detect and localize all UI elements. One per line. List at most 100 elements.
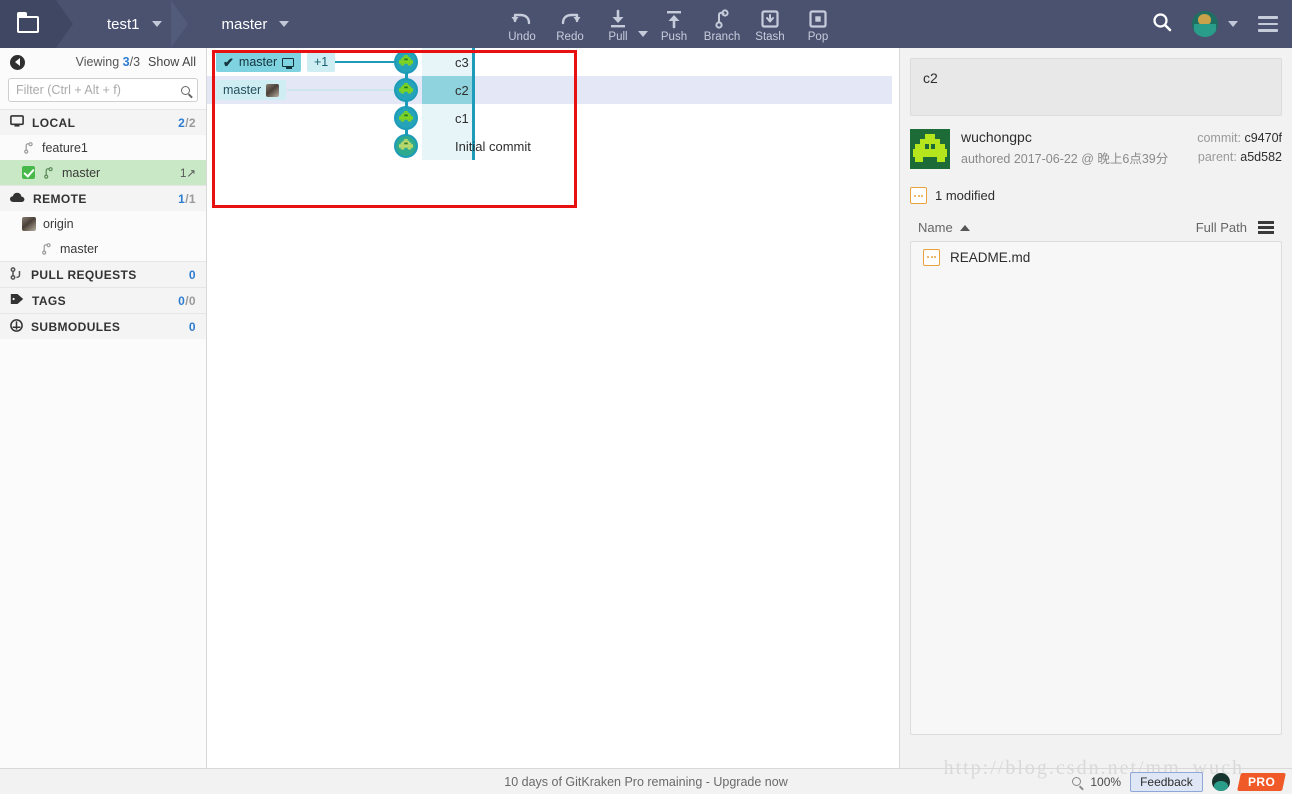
- local-count: 2/2: [178, 116, 196, 130]
- search-input[interactable]: [8, 78, 198, 102]
- list-item[interactable]: README.md: [911, 242, 1281, 272]
- pull-icon: [608, 8, 628, 30]
- branch-icon: [40, 242, 53, 255]
- commit-hash-value[interactable]: c9470f: [1244, 131, 1282, 145]
- author-info: wuchongpc authored 2017-06-22 @ 晚上6点39分 …: [910, 129, 1282, 169]
- submodules-count: 0: [189, 320, 196, 334]
- commit-node[interactable]: [394, 106, 418, 130]
- filter-input-field[interactable]: [16, 83, 181, 97]
- branch-label: master: [60, 241, 99, 256]
- submodule-icon: [10, 318, 23, 335]
- extra-refs-chip[interactable]: +1: [307, 52, 336, 72]
- parent-hash-value[interactable]: a5d582: [1240, 150, 1282, 164]
- commit-details-panel: c2 wuchongpc authored 2017-06-22 @ 晚上6点3…: [899, 48, 1292, 768]
- sidebar-item-origin[interactable]: origin: [0, 211, 206, 236]
- commit-node[interactable]: [394, 134, 418, 158]
- sidebar-section-remote[interactable]: REMOTE 1/1: [0, 185, 206, 211]
- parent-hash-line: parent: a5d582: [1197, 148, 1282, 167]
- file-name: README.md: [950, 249, 1031, 265]
- monitor-icon: [10, 115, 24, 130]
- section-label-tags: TAGS: [32, 293, 67, 308]
- commit-hash-line: commit: c9470f: [1197, 129, 1282, 148]
- top-right-controls: [1152, 0, 1278, 48]
- invader-avatar-icon: [399, 139, 413, 150]
- author-avatar-icon: [910, 129, 950, 169]
- remote-branch-chip[interactable]: master: [216, 80, 287, 100]
- stash-button[interactable]: Stash: [746, 0, 794, 48]
- filter-container: [0, 76, 206, 109]
- commit-row[interactable]: Initial commit: [207, 132, 899, 160]
- pop-button[interactable]: Pop: [794, 0, 842, 48]
- checkmark-icon: [22, 166, 35, 179]
- chevron-down-icon[interactable]: [151, 21, 162, 27]
- monitor-icon: [282, 57, 295, 69]
- commit-node[interactable]: [394, 78, 418, 102]
- branch-label: Branch: [703, 30, 741, 43]
- redo-button[interactable]: Redo: [546, 0, 594, 48]
- pull-request-icon: [10, 266, 23, 283]
- authored-date: authored 2017-06-22 @ 晚上6点39分: [961, 152, 1169, 166]
- sort-ascending-icon[interactable]: [959, 224, 970, 231]
- push-button[interactable]: Push: [650, 0, 698, 48]
- pull-button[interactable]: Pull: [594, 0, 642, 48]
- branch-icon: [42, 166, 55, 179]
- current-branch-chip[interactable]: ✔ master: [216, 52, 302, 72]
- undo-button[interactable]: Undo: [498, 0, 546, 48]
- modified-summary: 1 modified: [910, 187, 1282, 204]
- status-bar: 10 days of GitKraken Pro remaining - Upg…: [0, 768, 1292, 794]
- avatar[interactable]: [1192, 11, 1218, 37]
- show-all-button[interactable]: Show All: [148, 55, 196, 69]
- row-accent-bar: [472, 48, 475, 76]
- undo-label: Undo: [508, 30, 536, 43]
- zoom-icon[interactable]: [1072, 777, 1082, 786]
- sidebar-section-tags[interactable]: TAGS 0/0: [0, 287, 206, 313]
- sidebar-item-feature1[interactable]: feature1: [0, 135, 206, 160]
- sidebar-section-pull-requests[interactable]: PULL REQUESTS 0: [0, 261, 206, 287]
- zoom-level: 100%: [1090, 774, 1122, 789]
- account-chevron-down-icon[interactable]: [1228, 21, 1238, 27]
- status-badge[interactable]: PRO: [1236, 772, 1286, 791]
- pop-label: Pop: [807, 30, 829, 43]
- branch-label: master: [62, 165, 101, 180]
- pull-options-chevron-down-icon[interactable]: [638, 31, 648, 37]
- branch-icon: [22, 141, 35, 154]
- chevron-down-icon[interactable]: [279, 21, 290, 27]
- avatar[interactable]: [1211, 772, 1230, 791]
- branch-label: feature1: [42, 140, 88, 155]
- sidebar-item-master[interactable]: master 1↗: [0, 160, 206, 185]
- file-table-header: Name Full Path: [910, 220, 1282, 241]
- viewing-total: /3: [129, 55, 141, 69]
- redo-icon: [559, 8, 581, 30]
- column-header-name[interactable]: Name: [918, 220, 953, 235]
- commit-row[interactable]: c1: [207, 104, 899, 132]
- row-accent-bar: [472, 76, 475, 104]
- column-header-full-path[interactable]: Full Path: [1196, 220, 1247, 235]
- author-name: wuchongpc: [961, 129, 1032, 145]
- ahead-count: 1↗: [179, 167, 196, 180]
- row-accent-bar: [472, 104, 475, 132]
- branch-button[interactable]: Branch: [698, 0, 746, 48]
- sidebar-section-submodules[interactable]: SUBMODULES 0: [0, 313, 206, 339]
- sidebar-section-local[interactable]: LOCAL 2/2: [0, 109, 206, 135]
- open-repo-button[interactable]: [0, 0, 73, 48]
- list-view-icon[interactable]: [1258, 221, 1274, 234]
- parent-hash-label: parent:: [1197, 150, 1237, 165]
- local-count-b: /2: [185, 115, 196, 130]
- search-icon[interactable]: [1152, 12, 1172, 37]
- remote-count: 1/1: [178, 192, 196, 206]
- sidebar-item-origin-master[interactable]: master: [0, 236, 206, 261]
- feedback-button[interactable]: Feedback: [1130, 771, 1203, 792]
- chip-branch-label: master: [223, 83, 262, 97]
- branch-breadcrumb[interactable]: master: [187, 0, 333, 48]
- author-text-block: wuchongpc authored 2017-06-22 @ 晚上6点39分: [961, 129, 1168, 167]
- stash-label: Stash: [755, 30, 785, 43]
- hamburger-menu-icon[interactable]: [1258, 16, 1278, 32]
- invader-avatar-icon: [399, 83, 413, 94]
- back-arrow-icon[interactable]: [10, 54, 25, 70]
- commit-node[interactable]: [394, 50, 418, 74]
- redo-label: Redo: [556, 30, 584, 43]
- folder-icon: [17, 11, 39, 33]
- invader-avatar-glyph: [913, 134, 947, 162]
- branch-icon: [712, 8, 732, 30]
- section-label-remote: REMOTE: [33, 191, 87, 206]
